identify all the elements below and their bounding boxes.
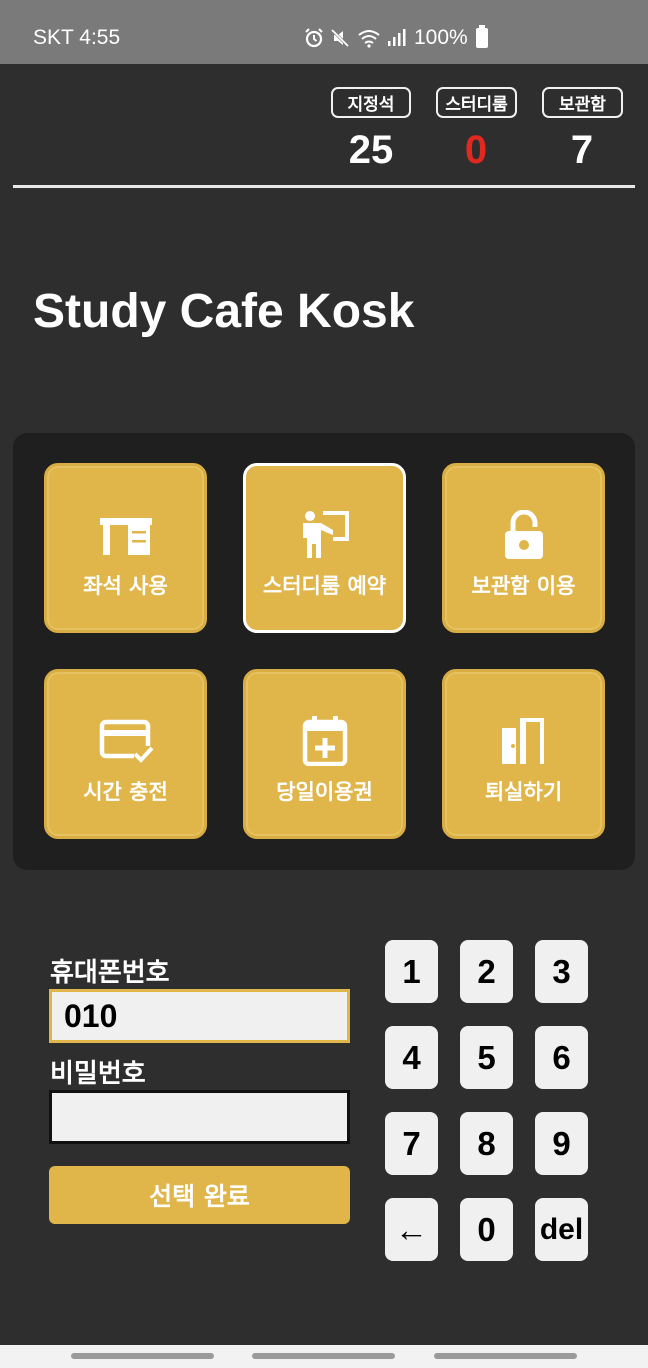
menu-label-checkout: 퇴실하기 — [484, 780, 563, 804]
keypad-key-2[interactable]: 2 — [460, 940, 513, 1003]
menu-button-day-pass[interactable]: 당일이용권 — [243, 669, 406, 839]
nav-back-button[interactable] — [434, 1353, 577, 1359]
counter-value-locker: 7 — [570, 128, 594, 172]
keypad-key-6[interactable]: 6 — [535, 1026, 588, 1089]
counter-label-locker: 보관함 — [542, 87, 623, 118]
lock-open-icon — [504, 510, 543, 559]
menu-label-time-charge: 시간 충전 — [83, 780, 168, 804]
status-bar: SKT 4:55 100% — [0, 0, 648, 64]
nav-home-button[interactable] — [252, 1353, 395, 1359]
submit-button[interactable]: 선택 완료 — [49, 1166, 350, 1224]
wifi-icon — [358, 30, 380, 48]
keypad-key-3[interactable]: 3 — [535, 940, 588, 1003]
card-check-icon — [99, 719, 154, 764]
menu-label-study-room-reservation: 스터디룸 예약 — [262, 574, 387, 598]
desk-icon — [99, 518, 152, 555]
door-exit-icon — [501, 718, 544, 764]
menu-button-study-room-reservation[interactable]: 스터디룸 예약 — [243, 463, 406, 633]
battery-percent: 100% — [414, 26, 468, 49]
keypad-key-delete[interactable]: del — [535, 1198, 588, 1261]
menu-panel: 좌석 사용 스터디룸 예약 보관함 이용 시간 충전 당일이용권 퇴실하기 — [13, 433, 635, 870]
keypad-key-9[interactable]: 9 — [535, 1112, 588, 1175]
mute-icon — [330, 28, 350, 48]
nav-recents-button[interactable] — [71, 1353, 214, 1359]
menu-button-seat-use[interactable]: 좌석 사용 — [44, 463, 207, 633]
counter-value-study-room: 0 — [464, 128, 488, 172]
menu-button-locker-use[interactable]: 보관함 이용 — [442, 463, 605, 633]
signal-icon — [388, 29, 406, 46]
counter-label-study-room: 스터디룸 — [436, 87, 517, 118]
keypad-key-1[interactable]: 1 — [385, 940, 438, 1003]
menu-button-time-charge[interactable]: 시간 충전 — [44, 669, 207, 839]
keypad-key-8[interactable]: 8 — [460, 1112, 513, 1175]
alarm-icon — [305, 28, 323, 48]
password-label: 비밀번호 — [50, 1059, 146, 1089]
phone-label: 휴대폰번호 — [50, 958, 170, 988]
header-divider — [13, 185, 635, 188]
menu-label-day-pass: 당일이용권 — [276, 780, 373, 804]
keypad-key-5[interactable]: 5 — [460, 1026, 513, 1089]
carrier-time: SKT 4:55 — [33, 26, 121, 49]
navigation-bar — [0, 1345, 648, 1368]
calendar-plus-icon — [302, 716, 347, 766]
menu-label-seat-use: 좌석 사용 — [83, 574, 168, 598]
keypad-key-0[interactable]: 0 — [460, 1198, 513, 1261]
counter-label-reserved-seat: 지정석 — [331, 87, 411, 118]
counter-value-reserved-seat: 25 — [348, 128, 394, 172]
battery-icon — [476, 25, 488, 48]
keypad-key-4[interactable]: 4 — [385, 1026, 438, 1089]
phone-field[interactable]: 010 — [49, 989, 350, 1043]
menu-label-locker-use: 보관함 이용 — [471, 574, 576, 598]
presenter-icon — [302, 511, 349, 558]
menu-button-checkout[interactable]: 퇴실하기 — [442, 669, 605, 839]
keypad-key-7[interactable]: 7 — [385, 1112, 438, 1175]
keypad-key-backspace[interactable]: ← — [385, 1198, 438, 1261]
password-field[interactable] — [49, 1090, 350, 1144]
app-title: Study Cafe Kosk — [33, 285, 415, 338]
